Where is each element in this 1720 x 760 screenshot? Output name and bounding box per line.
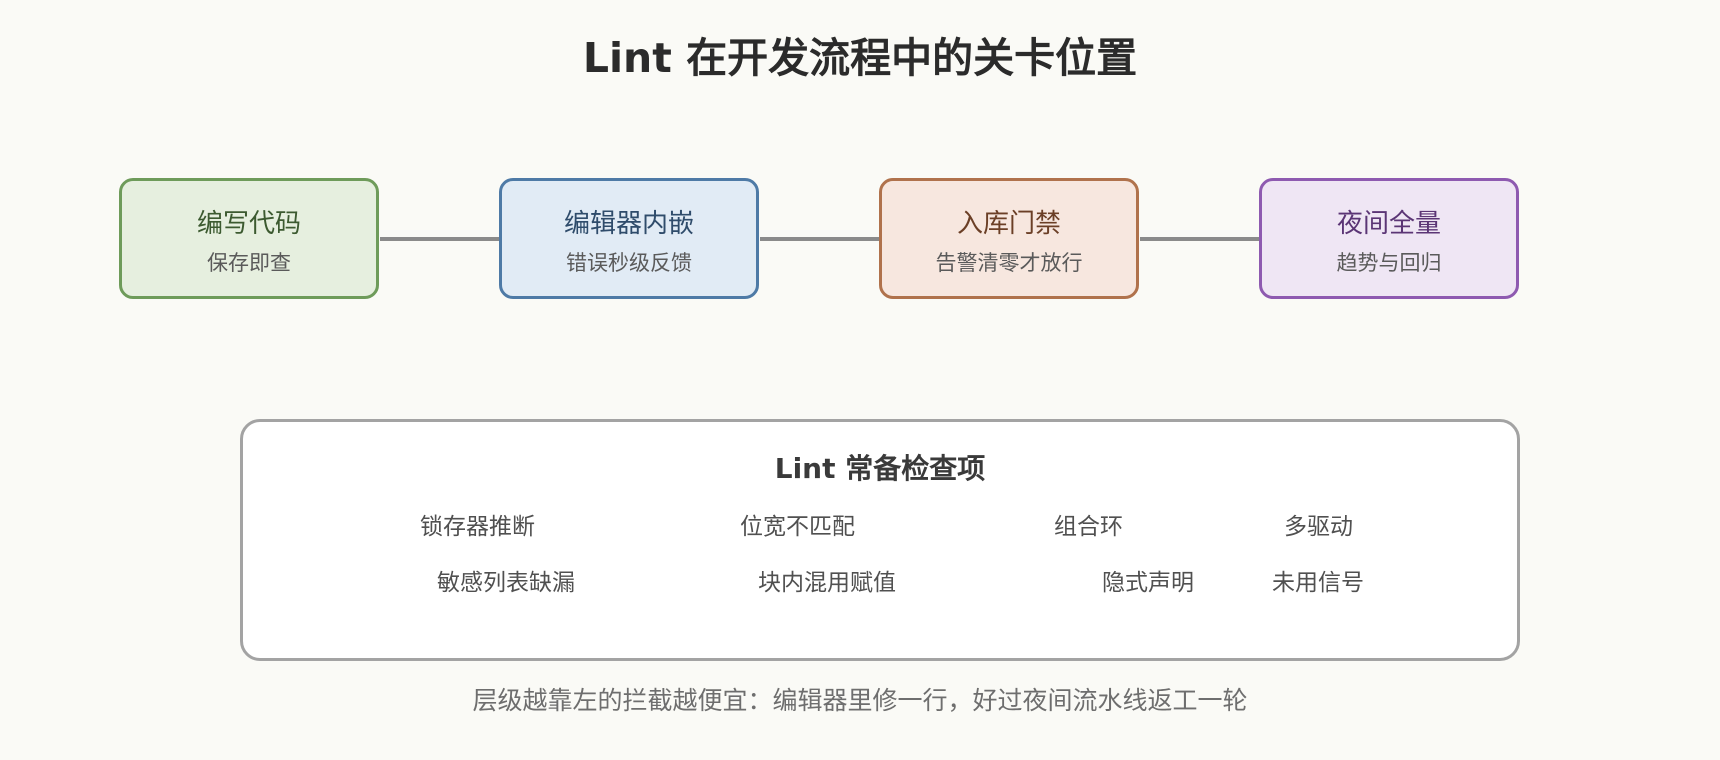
- connector-2-3: [760, 237, 880, 241]
- check-item: 未用信号: [1272, 570, 1364, 596]
- stage-desc: 保存即查: [207, 251, 291, 275]
- check-item: 位宽不匹配: [740, 514, 855, 540]
- stage-name: 编写代码: [196, 209, 301, 239]
- check-item: 隐式声明: [1102, 570, 1194, 596]
- check-item: 锁存器推断: [420, 514, 535, 540]
- check-item: 组合环: [1054, 514, 1123, 540]
- stage-nightly-full: 夜间全量 趋势与回归: [1259, 178, 1519, 299]
- check-item: 敏感列表缺漏: [437, 570, 575, 596]
- stage-write-code: 编写代码 保存即查: [119, 178, 379, 299]
- check-item: 多驱动: [1284, 514, 1353, 540]
- stage-commit-gate: 入库门禁 告警清零才放行: [879, 178, 1139, 299]
- footer-note: 层级越靠左的拦截越便宜：编辑器里修一行，好过夜间流水线返工一轮: [472, 686, 1248, 715]
- connector-3-4: [1140, 237, 1260, 241]
- stage-name: 夜间全量: [1336, 209, 1441, 239]
- checks-title: Lint 常备检查项: [774, 452, 986, 485]
- stage-desc: 错误秒级反馈: [566, 251, 692, 275]
- stage-desc: 趋势与回归: [1336, 251, 1442, 275]
- stage-name: 入库门禁: [956, 209, 1061, 239]
- connector-1-2: [380, 237, 500, 241]
- stage-editor-embedded: 编辑器内嵌 错误秒级反馈: [499, 178, 759, 299]
- diagram-title: Lint 在开发流程中的关卡位置: [582, 34, 1138, 82]
- check-item: 块内混用赋值: [758, 570, 896, 596]
- stage-name: 编辑器内嵌: [563, 209, 694, 239]
- stage-desc: 告警清零才放行: [935, 251, 1083, 275]
